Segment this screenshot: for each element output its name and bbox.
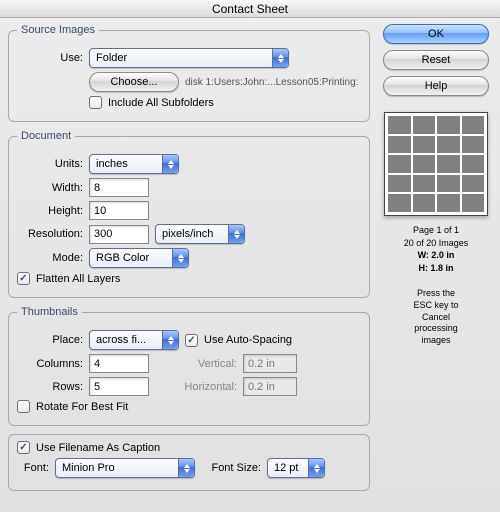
use-select[interactable]: Folder xyxy=(89,48,289,68)
mode-label: Mode: xyxy=(17,252,83,264)
columns-input[interactable] xyxy=(89,354,149,373)
font-size-select[interactable]: 12 pt xyxy=(267,458,325,478)
font-size-label: Font Size: xyxy=(201,462,261,474)
horizontal-label: Horizontal: xyxy=(155,381,237,393)
preview-info: Page 1 of 1 20 of 20 Images W: 2.0 in H:… xyxy=(404,224,469,274)
rows-input[interactable] xyxy=(89,377,149,396)
updown-icon xyxy=(178,459,194,477)
width-input[interactable] xyxy=(89,178,149,197)
include-subfolders-checkbox[interactable] xyxy=(89,96,102,109)
updown-icon xyxy=(172,249,188,267)
height-input[interactable] xyxy=(89,201,149,220)
place-label: Place: xyxy=(17,334,83,346)
rotate-label: Rotate For Best Fit xyxy=(36,401,128,413)
updown-icon xyxy=(308,459,324,477)
thumbnails-legend: Thumbnails xyxy=(17,306,82,318)
updown-icon xyxy=(162,155,178,173)
layout-preview xyxy=(384,112,488,216)
esc-hint: Press the ESC key to Cancel processing i… xyxy=(413,288,458,346)
use-select-value: Folder xyxy=(96,52,127,64)
vertical-input xyxy=(243,354,297,373)
updown-icon xyxy=(228,225,244,243)
ok-button[interactable]: OK xyxy=(383,24,489,44)
flatten-checkbox[interactable] xyxy=(17,272,30,285)
updown-icon xyxy=(162,331,178,349)
resolution-label: Resolution: xyxy=(17,228,83,240)
use-filename-label: Use Filename As Caption xyxy=(36,442,160,454)
help-button[interactable]: Help xyxy=(383,76,489,96)
width-label: Width: xyxy=(17,182,83,194)
rotate-checkbox[interactable] xyxy=(17,400,30,413)
source-images-group: Source Images Use: Folder Choose... disk… xyxy=(8,24,370,122)
use-label: Use: xyxy=(17,52,83,64)
horizontal-input xyxy=(243,377,297,396)
caption-group: Use Filename As Caption Font: Minion Pro… xyxy=(8,434,370,491)
source-images-legend: Source Images xyxy=(17,24,99,36)
source-path: disk 1:Users:John:...Lesson05:Printing: xyxy=(185,77,358,88)
choose-button[interactable]: Choose... xyxy=(89,72,179,92)
document-legend: Document xyxy=(17,130,75,142)
vertical-label: Vertical: xyxy=(155,358,237,370)
rows-label: Rows: xyxy=(17,381,83,393)
height-label: Height: xyxy=(17,205,83,217)
mode-select[interactable]: RGB Color xyxy=(89,248,189,268)
auto-spacing-label: Use Auto-Spacing xyxy=(204,334,292,346)
resolution-units-select[interactable]: pixels/inch xyxy=(155,224,245,244)
updown-icon xyxy=(272,49,288,67)
font-select[interactable]: Minion Pro xyxy=(55,458,195,478)
auto-spacing-checkbox[interactable] xyxy=(185,334,198,347)
units-label: Units: xyxy=(17,158,83,170)
flatten-label: Flatten All Layers xyxy=(36,273,120,285)
place-select[interactable]: across fi... xyxy=(89,330,179,350)
units-select[interactable]: inches xyxy=(89,154,179,174)
document-group: Document Units: inches Width: Height: Re… xyxy=(8,130,370,298)
resolution-input[interactable] xyxy=(89,225,149,244)
include-subfolders-label: Include All Subfolders xyxy=(108,97,214,109)
columns-label: Columns: xyxy=(17,358,83,370)
font-label: Font: xyxy=(17,462,49,474)
use-filename-checkbox[interactable] xyxy=(17,441,30,454)
reset-button[interactable]: Reset xyxy=(383,50,489,70)
window-title: Contact Sheet xyxy=(0,0,500,18)
thumbnails-group: Thumbnails Place: across fi... Use Auto-… xyxy=(8,306,370,426)
